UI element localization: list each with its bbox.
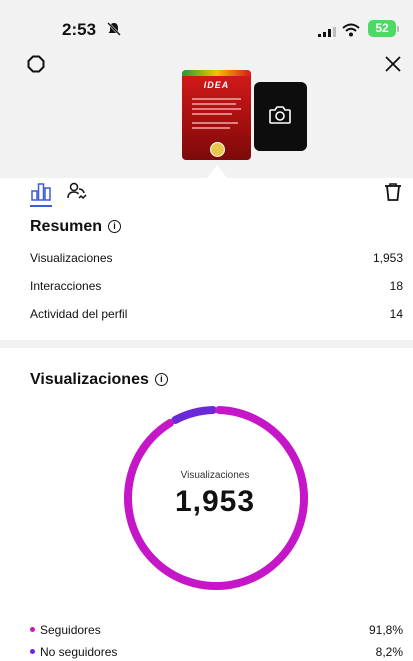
legend-item-followers: Seguidores 91,8% [30,623,403,637]
legend-label: No seguidores [40,645,118,659]
legend-label: Seguidores [40,623,101,637]
legend-item-non-followers: No seguidores 8,2% [30,645,403,659]
legend-dot-non-followers [30,649,35,654]
donut-slice-no-seguidores [171,406,217,424]
legend-dot-followers [30,627,35,632]
donut-center-label: Visualizaciones [180,470,250,481]
donut-center-value: 1,953 [174,485,256,518]
legend-value: 8,2% [375,645,403,659]
legend-value: 91,8% [368,623,403,637]
views-donut-chart [124,406,308,590]
